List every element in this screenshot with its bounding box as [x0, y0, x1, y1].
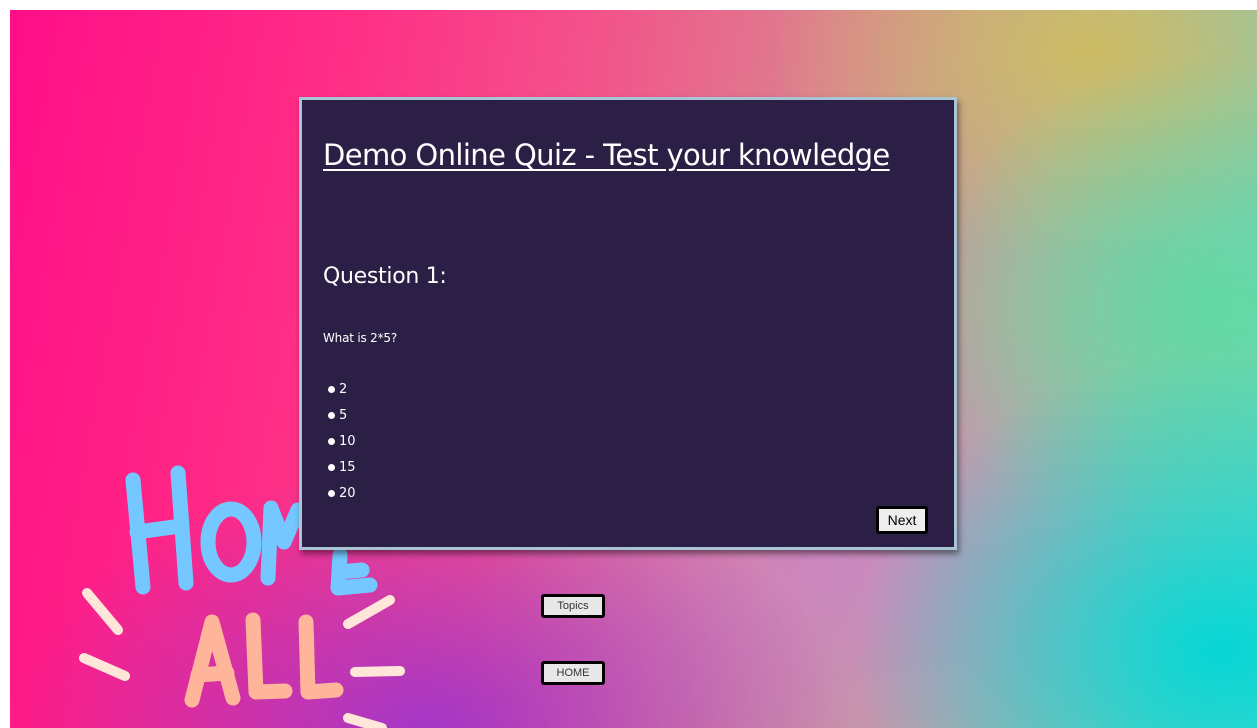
quiz-title: Demo Online Quiz - Test your knowledge: [323, 138, 890, 172]
home-button[interactable]: HOME: [541, 661, 605, 685]
answer-option[interactable]: 10: [328, 428, 356, 454]
answer-option-label: 20: [339, 485, 356, 501]
radio-bullet-icon[interactable]: [328, 463, 335, 471]
answer-option[interactable]: 2: [328, 376, 356, 402]
topics-button[interactable]: Topics: [541, 594, 605, 618]
radio-bullet-icon[interactable]: [328, 385, 335, 393]
quiz-card: Demo Online Quiz - Test your knowledge Q…: [299, 97, 957, 550]
page-background: Demo Online Quiz - Test your knowledge Q…: [10, 10, 1257, 728]
question-heading: Question 1:: [323, 264, 447, 289]
answer-option-label: 2: [339, 381, 348, 397]
answer-option-label: 5: [339, 407, 348, 423]
question-text: What is 2*5?: [323, 331, 397, 345]
next-button[interactable]: Next: [876, 506, 928, 534]
answer-options: 2 5 10 15 20: [328, 376, 356, 506]
answer-option-label: 15: [339, 459, 356, 475]
answer-option[interactable]: 20: [328, 480, 356, 506]
answer-option-label: 10: [339, 433, 356, 449]
radio-bullet-icon[interactable]: [328, 489, 335, 497]
radio-bullet-icon[interactable]: [328, 437, 335, 445]
radio-bullet-icon[interactable]: [328, 411, 335, 419]
answer-option[interactable]: 15: [328, 454, 356, 480]
answer-option[interactable]: 5: [328, 402, 356, 428]
